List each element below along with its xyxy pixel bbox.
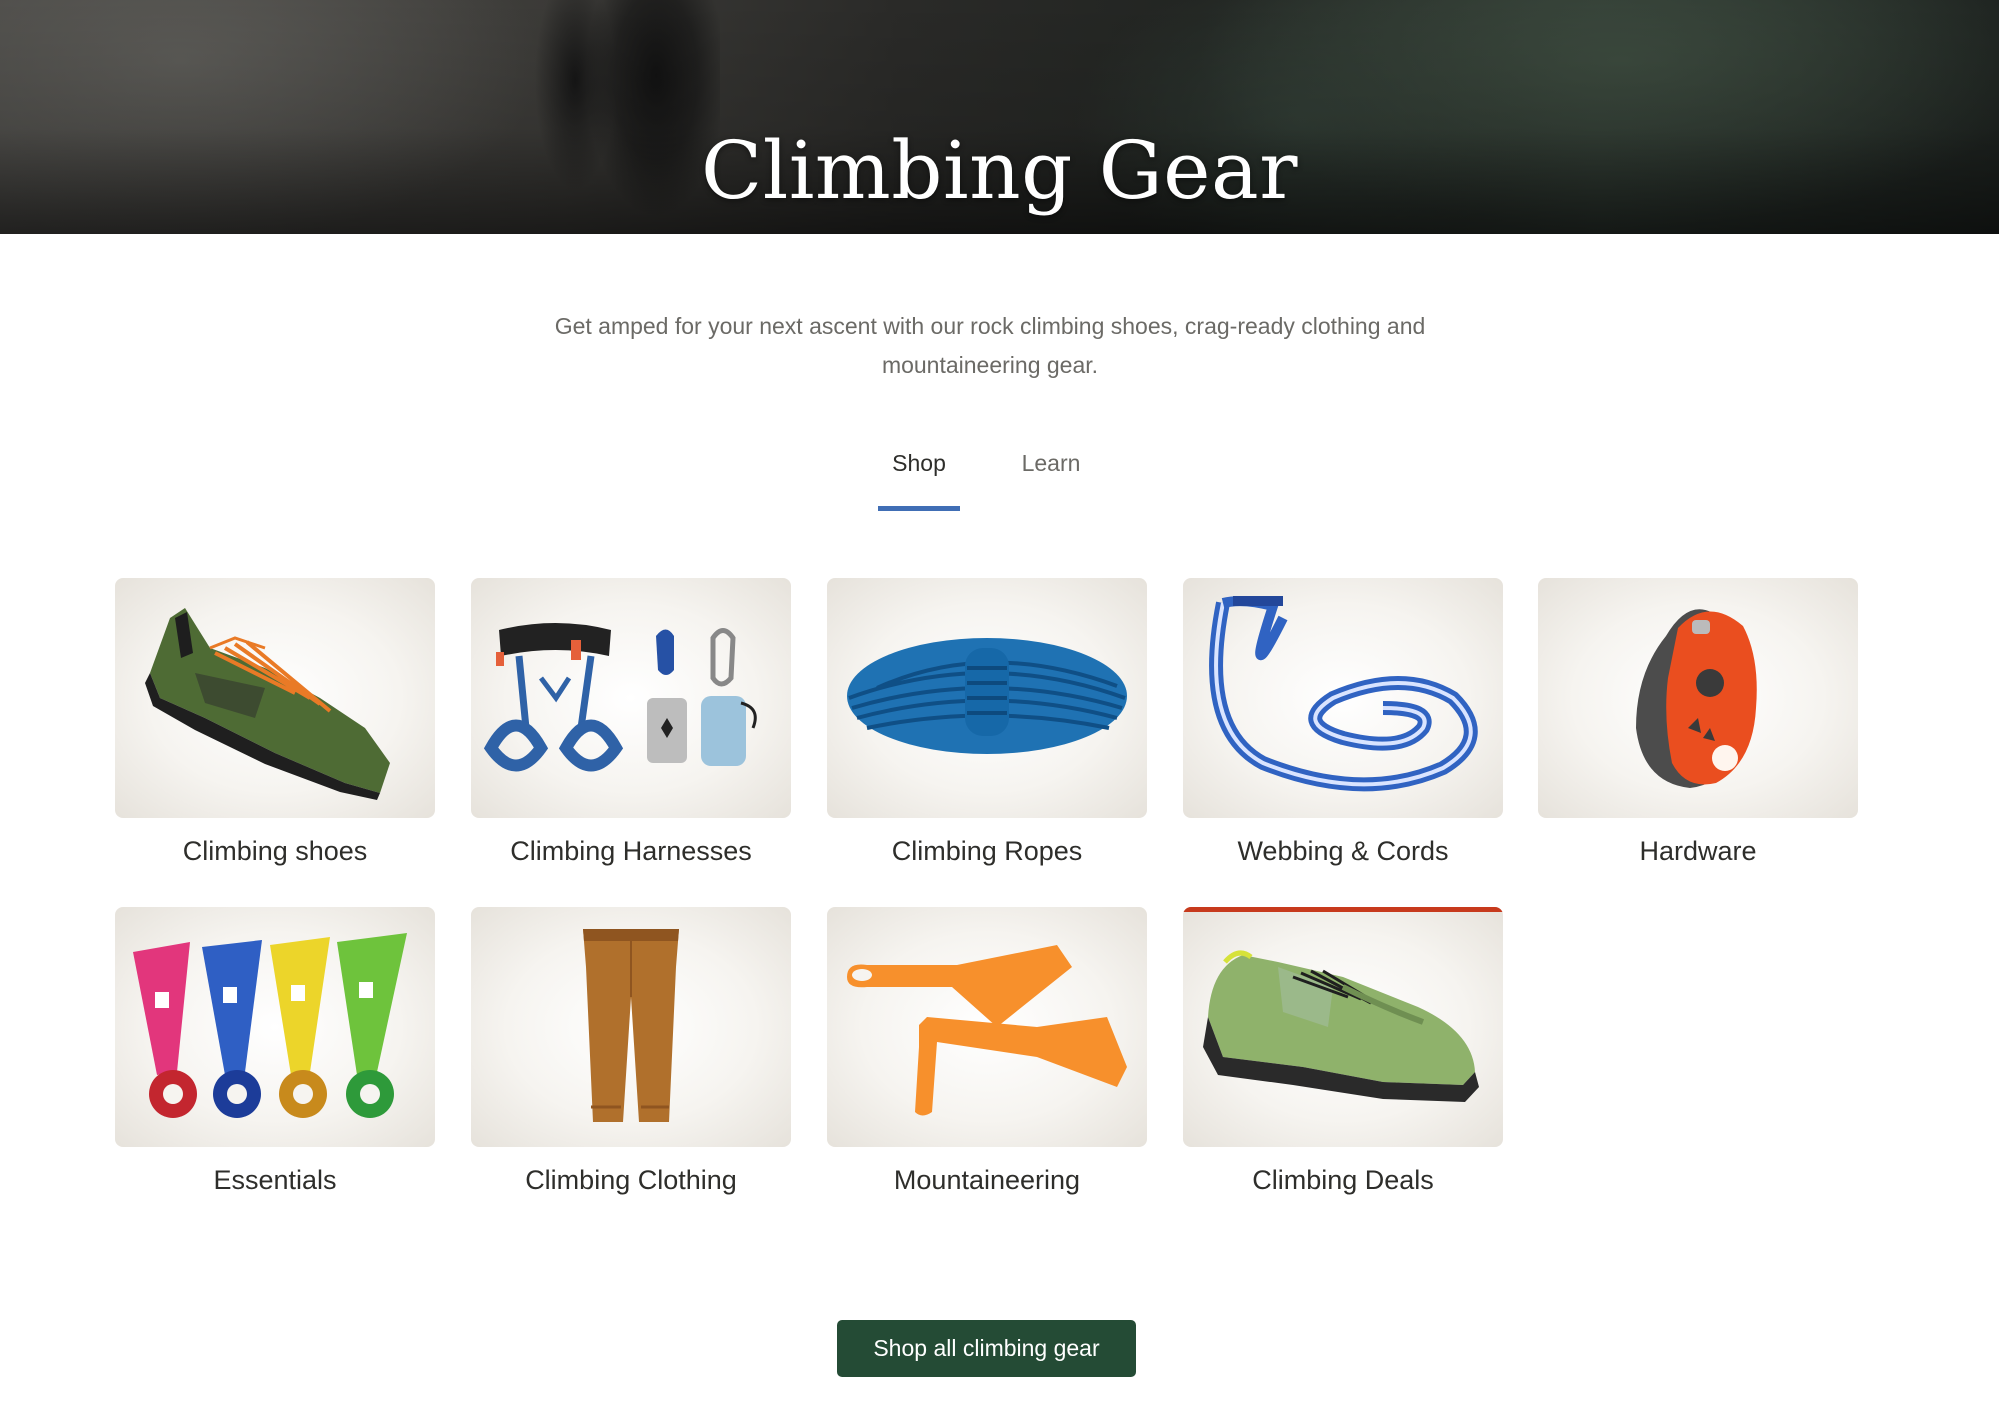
harness-image	[471, 578, 791, 818]
category-label: Essentials	[213, 1165, 337, 1195]
pants-icon	[583, 929, 679, 1122]
harness-icon	[483, 623, 757, 772]
tab-learn[interactable]: Learn	[1010, 440, 1092, 506]
finger-tape-icon	[133, 933, 407, 1118]
category-card-webbing-cords[interactable]: Webbing & Cords	[1183, 578, 1503, 878]
category-card-climbing-harnesses[interactable]: Climbing Harnesses	[471, 578, 791, 878]
climbing-shoe-icon	[145, 608, 390, 800]
category-label: Climbing Clothing	[525, 1165, 737, 1195]
hardware-image	[1538, 578, 1858, 818]
rope-image	[827, 578, 1147, 818]
category-card-climbing-ropes[interactable]: Climbing Ropes	[827, 578, 1147, 878]
mountaineering-image	[827, 907, 1147, 1147]
category-label: Mountaineering	[893, 1165, 1081, 1195]
deals-image	[1183, 907, 1503, 1147]
category-label: Hardware	[1639, 836, 1757, 866]
category-label: Webbing & Cords	[1237, 836, 1449, 866]
tab-bar: Shop Learn	[0, 440, 1999, 511]
category-label: Climbing Deals	[1252, 1165, 1434, 1195]
climbing-shoe-image	[115, 578, 435, 818]
category-label: Climbing Ropes	[891, 836, 1083, 866]
hero-banner: Climbing Gear	[0, 0, 1999, 234]
tab-shop[interactable]: Shop	[878, 440, 960, 511]
category-card-climbing-clothing[interactable]: Climbing Clothing	[471, 907, 791, 1207]
category-label: Climbing Harnesses	[510, 836, 752, 866]
category-card-mountaineering[interactable]: Mountaineering	[827, 907, 1147, 1207]
webbing-icon	[1209, 596, 1478, 792]
category-card-hardware[interactable]: Hardware	[1538, 578, 1858, 878]
essentials-image	[115, 907, 435, 1147]
page-title: Climbing Gear	[701, 123, 1298, 217]
deal-shoe-icon	[1203, 950, 1479, 1102]
webbing-image	[1183, 578, 1503, 818]
clothing-image	[471, 907, 791, 1147]
rope-icon	[847, 638, 1127, 754]
category-card-essentials[interactable]: Essentials	[115, 907, 435, 1207]
snow-picket-icon	[847, 945, 1127, 1116]
shop-all-button[interactable]: Shop all climbing gear	[837, 1320, 1136, 1377]
category-card-climbing-shoes[interactable]: Climbing shoes	[115, 578, 435, 878]
belay-device-icon	[1636, 609, 1757, 788]
intro-text: Get amped for your next ascent with our …	[554, 313, 1426, 378]
category-label: Climbing shoes	[182, 836, 368, 866]
category-card-climbing-deals[interactable]: Climbing Deals	[1183, 907, 1503, 1207]
